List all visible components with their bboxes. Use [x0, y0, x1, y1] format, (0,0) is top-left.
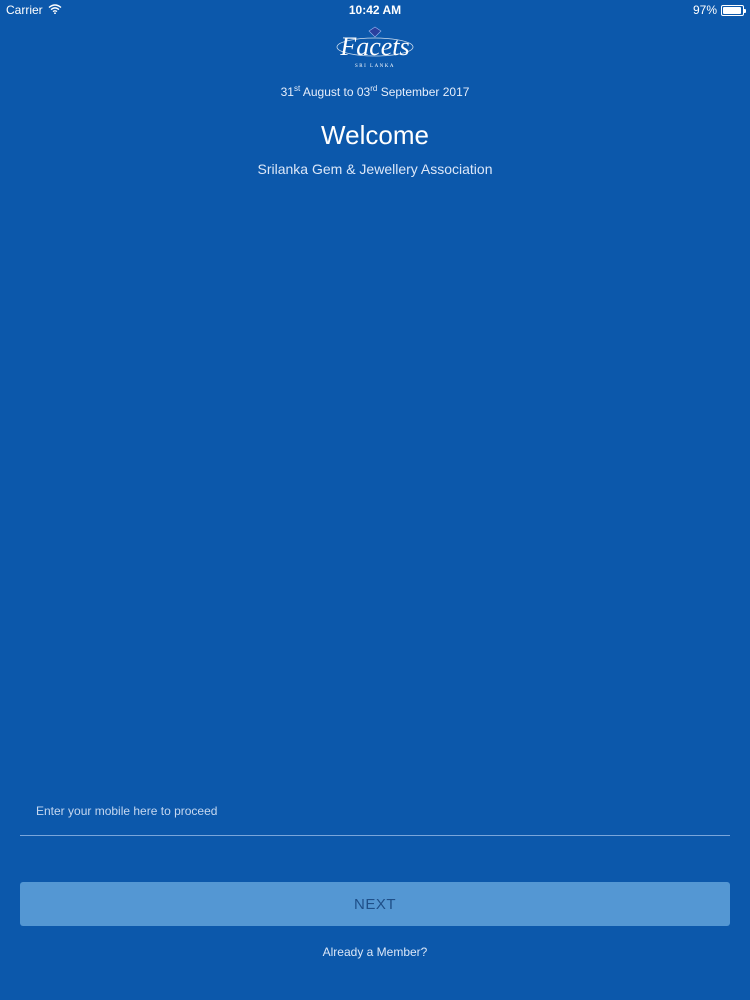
- date-start-day: 31: [280, 85, 294, 99]
- next-button[interactable]: NEXT: [20, 882, 730, 926]
- facets-logo-icon: Facets SRI LANKA: [336, 26, 414, 69]
- logo-text: Facets: [339, 32, 409, 61]
- battery-fill: [723, 6, 742, 14]
- battery-percent: 97%: [692, 3, 717, 17]
- status-right: 97%: [692, 3, 746, 17]
- logo-subtext: SRI LANKA: [355, 64, 395, 69]
- already-member-link[interactable]: Already a Member?: [0, 945, 750, 959]
- welcome-title: Welcome: [321, 120, 429, 150]
- status-bar: Carrier 10:42 AM 97%: [0, 0, 750, 20]
- association-subtitle: Srilanka Gem & Jewellery Association: [257, 161, 493, 177]
- status-time: 10:42 AM: [348, 3, 402, 17]
- date-end: September 2017: [377, 85, 470, 99]
- date-middle: August to 03: [300, 85, 371, 99]
- mobile-input[interactable]: [20, 796, 730, 836]
- battery-nub: [744, 8, 746, 13]
- battery-icon: [721, 4, 746, 16]
- event-dates: 31st August to 03rd September 2017: [0, 84, 750, 99]
- facets-logo: Facets SRI LANKA: [0, 22, 750, 72]
- login-screen: Carrier 10:42 AM 97% Facets SRI LANKA 31…: [0, 0, 750, 1000]
